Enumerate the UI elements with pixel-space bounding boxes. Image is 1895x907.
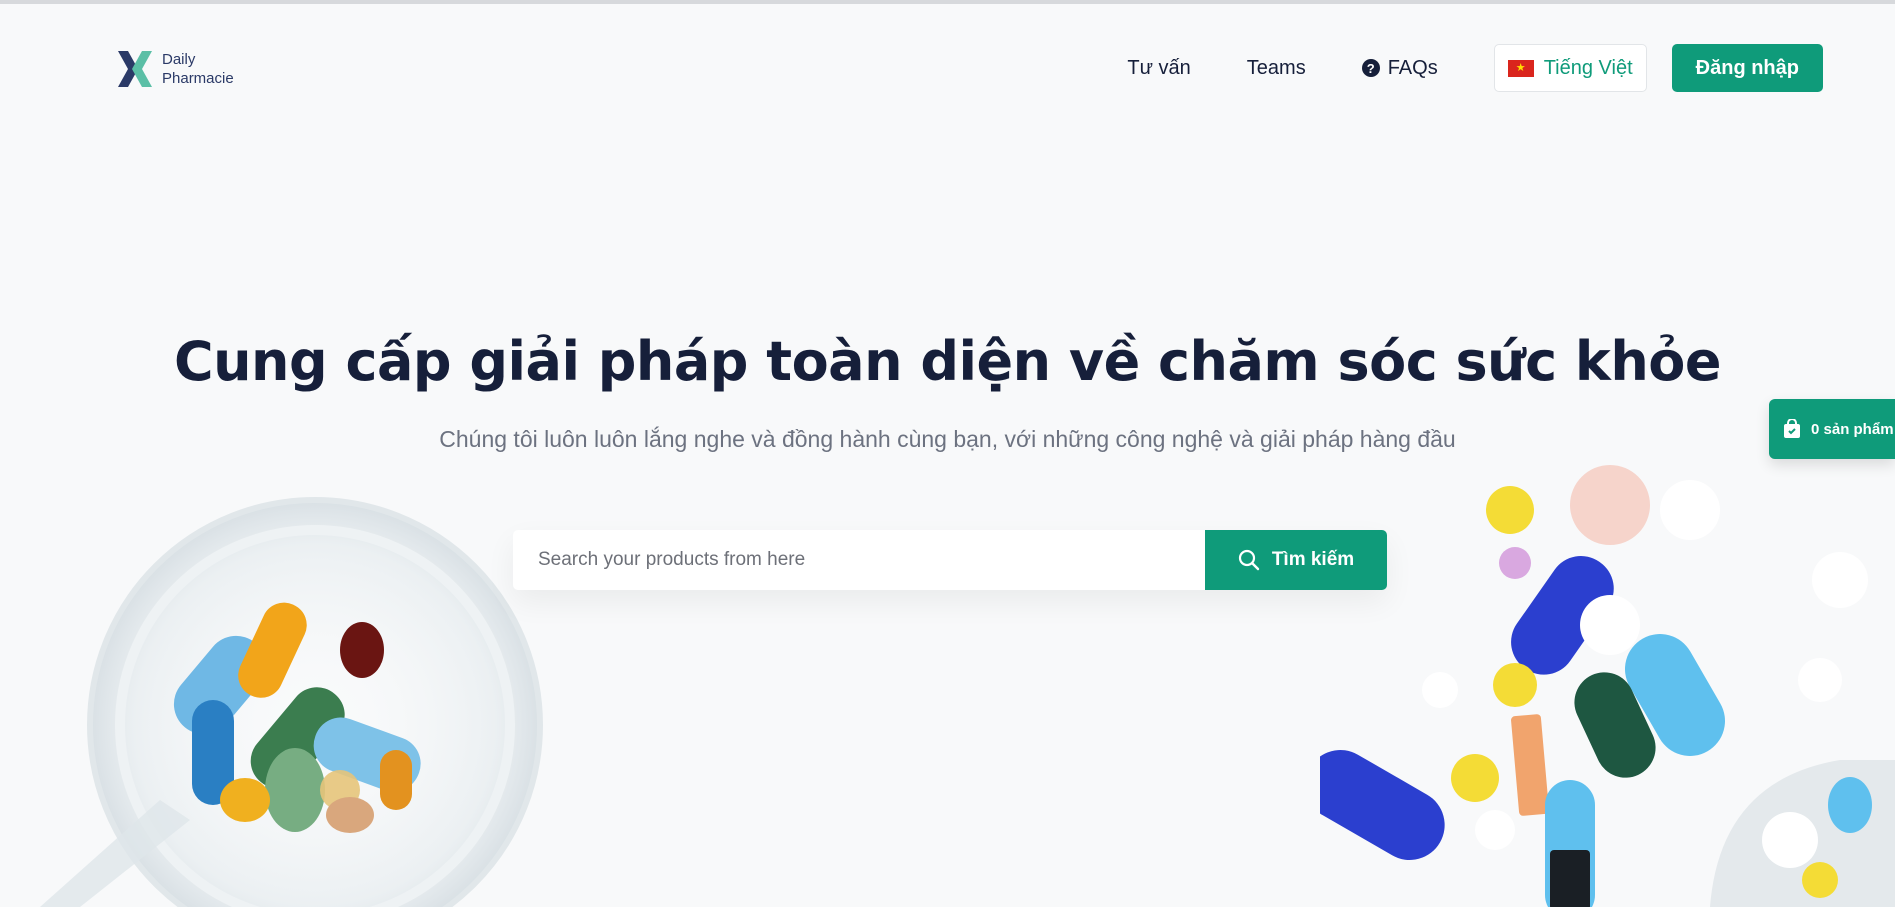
hero-title: Cung cấp giải pháp toàn diện về chăm sóc… (173, 330, 1722, 393)
search-icon (1238, 549, 1260, 571)
question-circle-icon: ? (1361, 59, 1380, 77)
search-button[interactable]: Tìm kiếm (1205, 530, 1387, 590)
search-button-label: Tìm kiếm (1271, 549, 1355, 570)
hero-subtitle: Chúng tôi luôn luôn lắng nghe và đồng hà… (439, 426, 1456, 452)
nav-item-label: Tư vấn (1127, 56, 1191, 79)
login-label: Đăng nhập (1695, 56, 1799, 79)
brand-line-1: Daily (162, 51, 196, 68)
x-logo-icon (118, 51, 152, 87)
nav-item-label: Teams (1246, 56, 1306, 79)
search-input[interactable] (513, 530, 1205, 590)
cart-count-label: 0 sản phẩm (1811, 420, 1894, 438)
brand-name: Daily Pharmacie (162, 50, 234, 88)
login-button[interactable]: Đăng nhập (1671, 44, 1823, 92)
vietnam-flag-icon (1507, 59, 1534, 77)
search-bar: Tìm kiếm (513, 530, 1387, 590)
brand-logo[interactable]: Daily Pharmacie (114, 48, 234, 90)
scattered-pills-image (1320, 465, 1895, 907)
top-border (0, 0, 1895, 4)
language-label: Tiếng Việt (1543, 56, 1633, 79)
language-selector[interactable]: Tiếng Việt (1493, 44, 1647, 92)
brand-line-2: Pharmacie (162, 70, 234, 87)
shopping-bag-icon (1784, 419, 1800, 438)
nav-item-consult[interactable]: Tư vấn (1127, 57, 1190, 80)
nav-item-label: FAQs (1387, 56, 1438, 79)
cart-widget[interactable]: 0 sản phẩm (1769, 399, 1895, 459)
nav-item-teams[interactable]: Teams (1247, 57, 1306, 80)
nav-item-faqs[interactable]: ? FAQs (1361, 56, 1438, 80)
main-nav: Tư vấn Teams ? FAQs Tiếng Việt Đăng nhập (1127, 44, 1823, 92)
